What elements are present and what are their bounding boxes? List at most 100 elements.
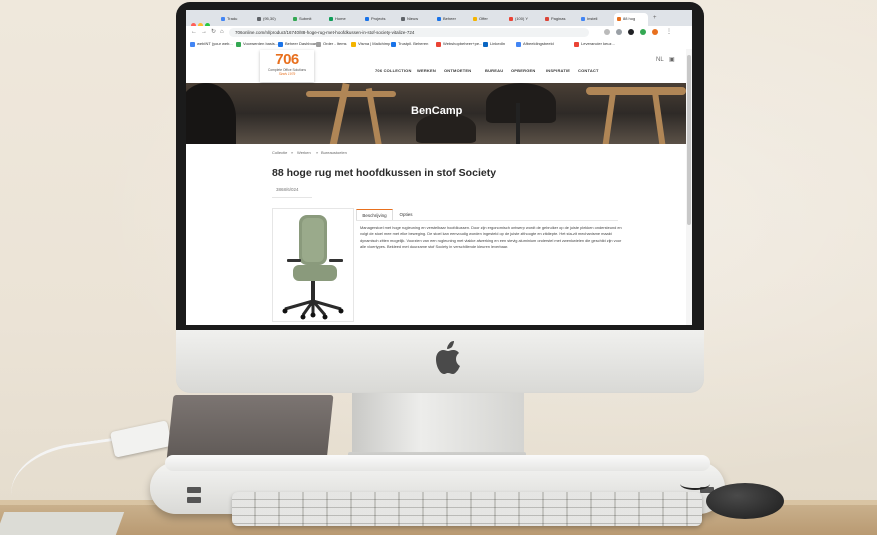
breadcrumb-separator-icon: »: [316, 150, 319, 155]
browser-tab[interactable]: Beheer: [434, 13, 468, 26]
tab-favicon-icon: [617, 17, 621, 21]
tab-favicon-icon: [293, 17, 297, 21]
nav-item-contact[interactable]: CONTACT: [578, 68, 599, 73]
address-bar: ← → ↻ ⌂ 706online.com/nl/product/16740/8…: [186, 26, 692, 40]
usb-port-icon: [187, 497, 201, 503]
bookmark-favicon-icon: [236, 42, 241, 47]
reload-icon[interactable]: ↻: [211, 29, 216, 35]
monitor-riser-top: [165, 455, 710, 471]
bookmark-label: Webshopbeheer+pe...: [443, 41, 483, 46]
back-icon[interactable]: ←: [191, 29, 197, 35]
bookmark-item[interactable]: Webshopbeheer+pe...: [436, 40, 482, 48]
nav-item-bureau[interactable]: BUREAU: [485, 68, 503, 73]
bookmark-item[interactable]: Beheer Dashboard: [278, 40, 319, 48]
nav-item-inspiratie[interactable]: INSPIRATIE: [546, 68, 570, 73]
nav-item-ontmoeten[interactable]: ONTMOETEN: [444, 68, 471, 73]
product-image[interactable]: [272, 208, 354, 322]
product-sku: 3868/6/024: [276, 187, 299, 192]
bookmark-item[interactable]: webINT (your web...: [190, 40, 233, 48]
bookmark-item[interactable]: LinkedIn: [483, 40, 505, 48]
menu-dots-icon[interactable]: ⋮: [666, 29, 672, 35]
tab-favicon-icon: [329, 17, 333, 21]
url-field[interactable]: 706online.com/nl/product/16740/88-hoge-r…: [229, 28, 589, 37]
bookmark-item[interactable]: Visma | Mailchimp: [351, 40, 390, 48]
bookmark-label: Trustpil. Beheren: [398, 41, 429, 46]
logo-tagline: Sinds 1979: [278, 72, 296, 76]
tab-label: Submit: [299, 16, 312, 21]
home-icon[interactable]: ⌂: [220, 29, 224, 35]
bookmark-favicon-icon: [190, 42, 195, 47]
forward-icon[interactable]: →: [201, 29, 207, 35]
browser-tab[interactable]: Submit: [290, 13, 324, 26]
breadcrumb-item[interactable]: Bureaustoelen: [321, 150, 347, 155]
tab-label: Tradu: [227, 16, 238, 21]
extension-icon[interactable]: [640, 29, 646, 35]
bookmark-label: webINT (your web...: [197, 41, 233, 46]
bookmark-item[interactable]: Order - Items: [316, 40, 347, 48]
browser-tab[interactable]: (95,30): [254, 13, 288, 26]
mouse-cable: [680, 478, 710, 490]
new-tab-icon[interactable]: +: [653, 15, 657, 21]
product-title: 88 hoge rug met hoofdkussen in stof Soci…: [272, 167, 497, 179]
bookmark-favicon-icon: [483, 42, 488, 47]
logo-number: 706: [275, 51, 299, 68]
tab-favicon-icon: [401, 17, 405, 21]
bookmark-item[interactable]: Trustpil. Beheren: [391, 40, 428, 48]
tab-label: 88 hog: [623, 16, 636, 21]
office-chair-image: [282, 215, 344, 320]
tab-label: Offer: [479, 16, 488, 21]
bookmark-label: Visma | Mailchimp: [358, 41, 391, 46]
bookmark-item[interactable]: Voorwerden basis...: [236, 40, 278, 48]
bookmark-favicon-icon: [516, 42, 521, 47]
browser-tab-strip: Tradu (95,30) Submit Home Projects Nieuw Behee…: [186, 10, 692, 28]
browser-tab[interactable]: Home: [326, 13, 360, 26]
browser-tab[interactable]: Nieuw: [398, 13, 432, 26]
mouse[interactable]: [706, 483, 784, 519]
hero-title: BenCamp: [411, 105, 463, 117]
breadcrumb-separator-icon: »: [291, 150, 294, 155]
tab-favicon-icon: [257, 17, 261, 21]
tab-favicon-icon: [437, 17, 441, 21]
cart-icon[interactable]: ▣: [669, 57, 675, 63]
bookmark-label: Beheer Dashboard: [285, 41, 319, 46]
scrollbar-thumb[interactable]: [687, 55, 691, 225]
breadcrumb-item[interactable]: Werken: [297, 150, 311, 155]
share-icon[interactable]: [604, 29, 610, 35]
nav-item-werken[interactable]: WERKEN: [417, 68, 436, 73]
felt-tray: [166, 395, 334, 461]
browser-tab[interactable]: Paginas: [542, 13, 576, 26]
browser-tab[interactable]: Offer: [470, 13, 504, 26]
bookmark-favicon-icon: [316, 42, 321, 47]
nav-item-opbergen[interactable]: OPBERGEN: [511, 68, 536, 73]
keyboard[interactable]: [232, 492, 702, 526]
tab-favicon-icon: [581, 17, 585, 21]
tab-label: Home: [335, 16, 346, 21]
extension-icon[interactable]: [628, 29, 634, 35]
bookmark-label: Leverancier keuz...: [581, 41, 615, 46]
bookmark-item[interactable]: Leverancier keuz...: [574, 40, 615, 48]
tab-favicon-icon: [473, 17, 477, 21]
browser-tab[interactable]: Projects: [362, 13, 396, 26]
usb-port-icon: [187, 487, 201, 493]
profile-avatar[interactable]: [652, 29, 658, 35]
browser-tab[interactable]: Tradu: [218, 13, 252, 26]
tab-label: Beheer: [443, 16, 456, 21]
product-description: Managerstoel met hoge rugleuning en vers…: [360, 225, 622, 249]
divider: [272, 197, 312, 198]
browser-tab[interactable]: Instell: [578, 13, 612, 26]
browser-tab[interactable]: 88 hog: [614, 13, 648, 26]
tab-favicon-icon: [365, 17, 369, 21]
bookmark-star-icon[interactable]: [616, 29, 622, 35]
tab-favicon-icon: [545, 17, 549, 21]
breadcrumb-item[interactable]: Collectie: [272, 150, 287, 155]
bookmark-label: Voorwerden basis...: [243, 41, 279, 46]
bookmark-favicon-icon: [436, 42, 441, 47]
language-icon[interactable]: NL: [656, 57, 664, 63]
tab-label: (100) Y: [515, 16, 529, 21]
site-logo[interactable]: 706 Complete Office Solutions Sinds 1979: [260, 50, 314, 82]
tab-opties[interactable]: Opties: [394, 209, 418, 220]
tab-favicon-icon: [221, 17, 225, 21]
bookmark-item[interactable]: Afbeeldingsbeeld: [516, 40, 554, 48]
nav-item-706-collection[interactable]: 706 COLLECTION: [375, 68, 412, 73]
browser-tab[interactable]: (100) Y: [506, 13, 540, 26]
